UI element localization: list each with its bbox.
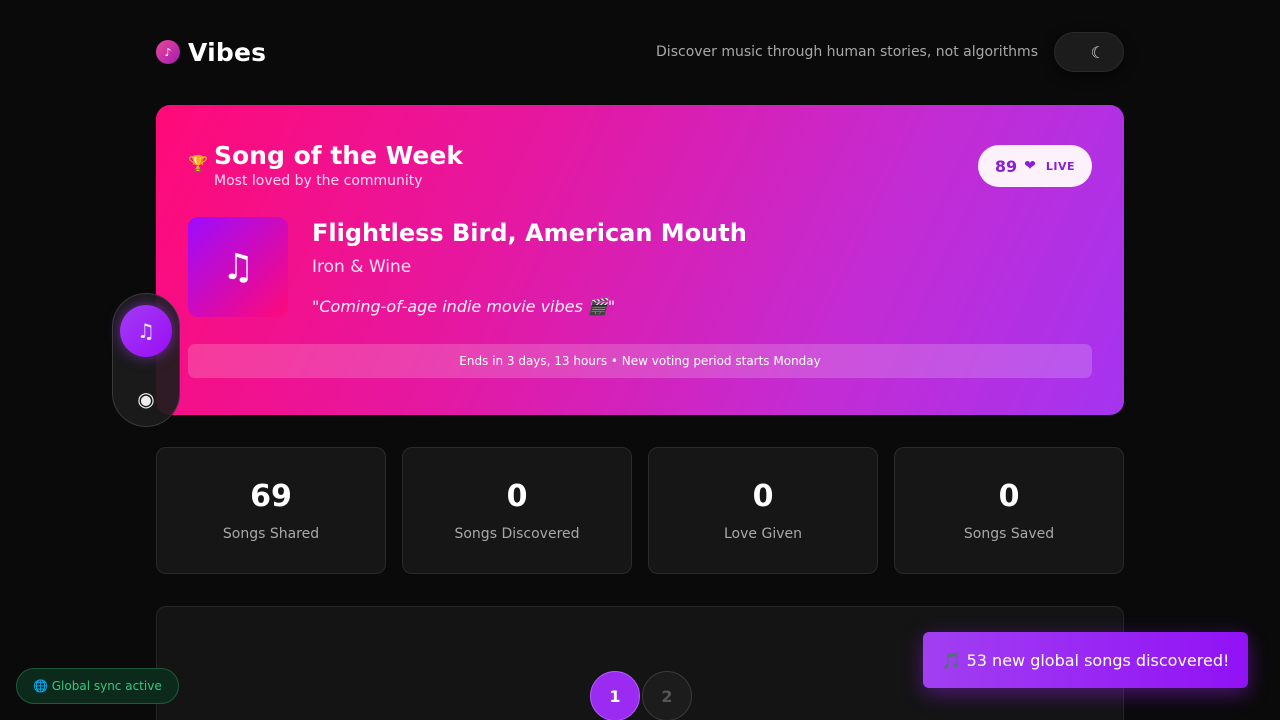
header-right: Discover music through human stories, no… xyxy=(656,32,1124,72)
stat-card-love-given: 0 Love Given xyxy=(648,447,878,574)
stat-card-songs-discovered: 0 Songs Discovered xyxy=(402,447,632,574)
nav-record-button[interactable]: ◉ xyxy=(120,373,172,425)
app-header: ♪ Vibes Discover music through human sto… xyxy=(156,32,1124,72)
stat-label: Songs Shared xyxy=(222,526,320,542)
new-songs-toast[interactable]: 🎵 53 new global songs discovered! xyxy=(923,632,1248,688)
stat-value: 0 xyxy=(998,479,1020,514)
music-icon: ♫ xyxy=(137,319,155,343)
global-sync-status: 🌐 Global sync active xyxy=(16,668,179,704)
brand[interactable]: ♪ Vibes xyxy=(156,38,266,67)
theme-toggle-button[interactable]: ☾ xyxy=(1054,32,1124,72)
heart-icon: ❤ xyxy=(1024,158,1036,174)
brand-name: Vibes xyxy=(188,37,267,67)
love-count: 89 xyxy=(994,156,1018,176)
live-label: LIVE xyxy=(1045,159,1075,173)
trophy-icon: 🏆 xyxy=(188,153,208,173)
song-title: Flightless Bird, American Mouth xyxy=(312,219,747,247)
page-button-2[interactable]: 2 xyxy=(642,671,692,720)
stat-value: 0 xyxy=(506,479,528,514)
tagline: Discover music through human stories, no… xyxy=(656,44,1038,60)
stat-value: 0 xyxy=(752,479,774,514)
song-of-the-week-card: 🏆 Song of the Week Most loved by the com… xyxy=(156,105,1124,415)
sotw-header: 🏆 Song of the Week Most loved by the com… xyxy=(188,137,1092,189)
stats-row: 69 Songs Shared 0 Songs Discovered 0 Lov… xyxy=(156,447,1124,574)
music-icon: ♫ xyxy=(221,246,255,288)
side-nav: ♫ ◉ xyxy=(112,293,180,427)
stat-label: Love Given xyxy=(724,526,802,542)
song-quote: "Coming-of-age indie movie vibes 🎬" xyxy=(312,297,616,316)
moon-icon: ☾ xyxy=(1090,42,1105,62)
sotw-heading: 🏆 Song of the Week Most loved by the com… xyxy=(188,137,463,189)
pagination: 1 2 xyxy=(590,671,692,720)
sotw-title: Song of the Week xyxy=(214,141,463,170)
sotw-song: ♫ Flightless Bird, American Mouth Iron &… xyxy=(188,217,1092,317)
stat-label: Songs Discovered xyxy=(454,526,580,542)
music-note-icon: ♪ xyxy=(156,40,180,64)
song-info: Flightless Bird, American Mouth Iron & W… xyxy=(312,217,747,317)
voting-countdown: Ends in 3 days, 13 hours • New voting pe… xyxy=(188,344,1092,378)
stat-value: 69 xyxy=(250,479,292,514)
stat-card-songs-saved: 0 Songs Saved xyxy=(894,447,1124,574)
sotw-subtitle: Most loved by the community xyxy=(214,173,423,189)
stat-card-songs-shared: 69 Songs Shared xyxy=(156,447,386,574)
nav-music-button[interactable]: ♫ xyxy=(120,305,172,357)
song-artist: Iron & Wine xyxy=(312,257,412,277)
album-art[interactable]: ♫ xyxy=(188,217,288,317)
stat-label: Songs Saved xyxy=(963,526,1055,542)
record-icon: ◉ xyxy=(137,387,155,411)
page-button-1[interactable]: 1 xyxy=(590,671,640,720)
love-count-badge[interactable]: 89 ❤ LIVE xyxy=(977,145,1092,187)
